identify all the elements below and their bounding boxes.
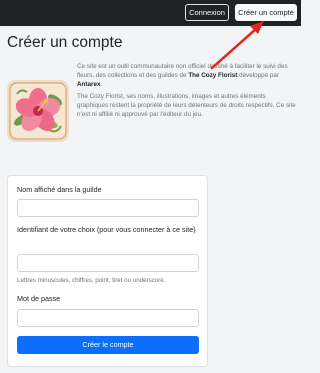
red-arrow-icon (210, 21, 264, 70)
